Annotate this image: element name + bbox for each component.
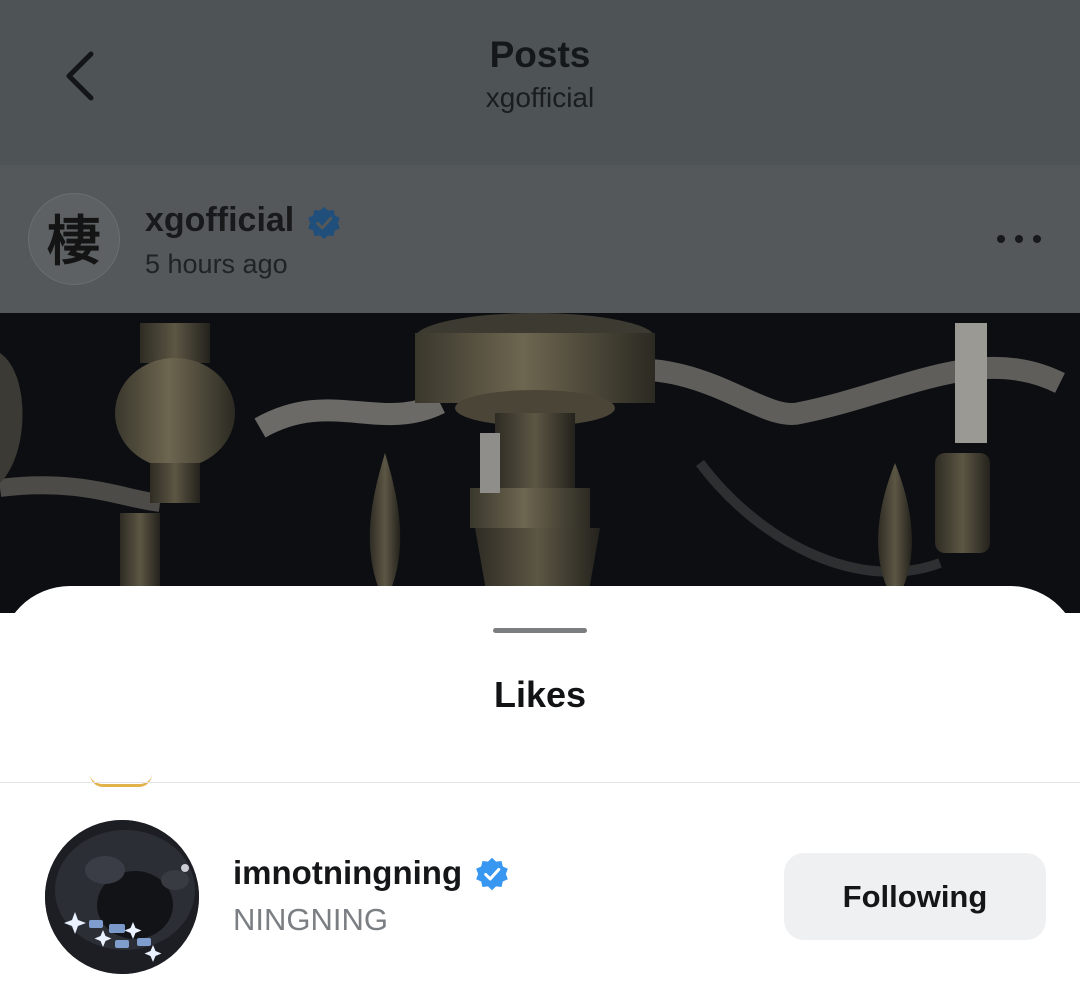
top-navigation-bar: Posts xgofficial xyxy=(0,0,1080,165)
svg-text:棲: 棲 xyxy=(47,209,101,273)
post-header: 棲 xgofficial 5 hours ago xyxy=(0,165,1080,313)
verified-badge-icon xyxy=(476,857,508,891)
like-list-item[interactable]: imnotningning NINGNING Following xyxy=(0,816,1080,976)
cat-avatar-image xyxy=(45,820,199,974)
story-ring xyxy=(90,774,152,787)
likes-sheet: Likes imnotningning NINGNING Following xyxy=(0,586,1080,996)
post-timestamp: 5 hours ago xyxy=(145,249,288,279)
author-avatar[interactable]: 棲 xyxy=(28,193,120,285)
sheet-drag-handle[interactable] xyxy=(493,628,587,633)
page-title: Posts xyxy=(489,34,591,75)
sheet-title: Likes xyxy=(493,674,587,715)
user-avatar[interactable] xyxy=(45,820,199,974)
author-username[interactable]: xgofficial xyxy=(145,201,294,240)
calligraphy-logo-icon: 棲 xyxy=(47,209,101,273)
post-image[interactable] xyxy=(0,313,1080,613)
more-options-button[interactable] xyxy=(994,227,1044,251)
verified-badge-icon xyxy=(308,206,340,240)
more-horizontal-icon xyxy=(997,235,1041,243)
page-subtitle: xgofficial xyxy=(485,82,595,113)
username[interactable]: imnotningning xyxy=(233,854,462,892)
chandelier-image xyxy=(0,313,1080,613)
following-button[interactable]: Following xyxy=(784,853,1046,940)
divider xyxy=(0,782,1080,783)
full-name: NINGNING xyxy=(233,902,388,937)
